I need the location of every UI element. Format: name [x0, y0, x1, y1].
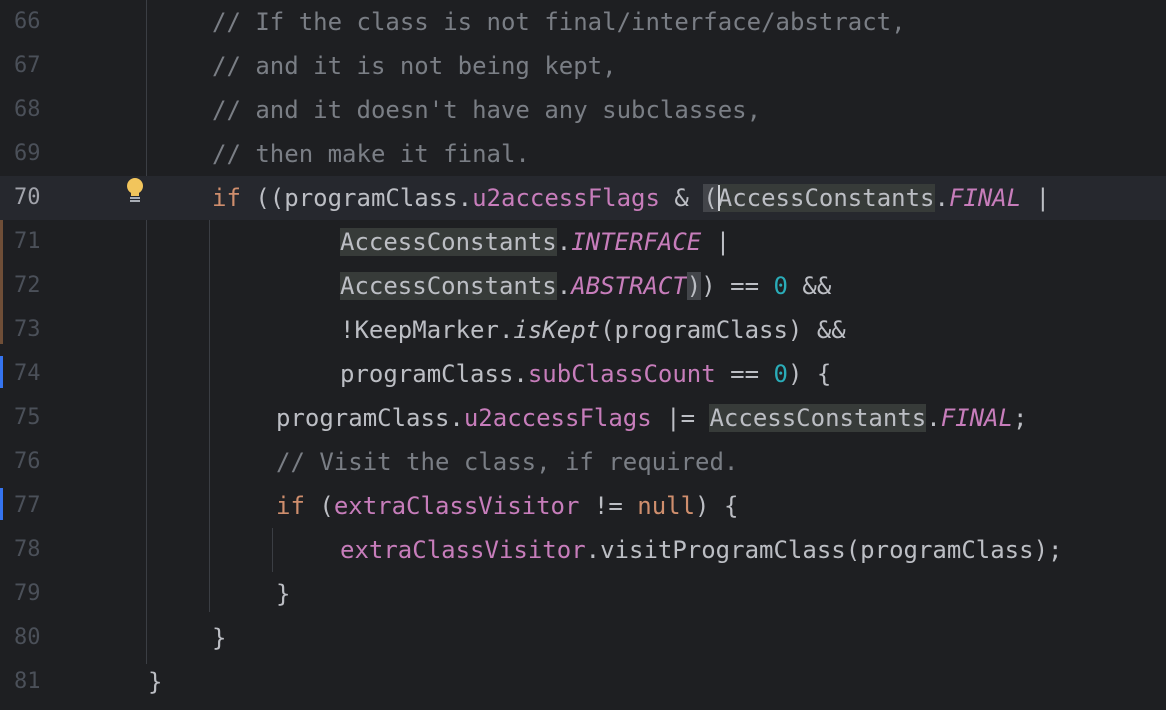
- line-number: 75: [14, 405, 41, 430]
- code-text[interactable]: extraClassVisitor.visitProgramClass(prog…: [340, 528, 1062, 572]
- field-name: extraClassVisitor: [333, 492, 580, 520]
- code-line: 76 // Visit the class, if required.: [0, 440, 1166, 484]
- code-text[interactable]: AccessConstants.ABSTRACT)) == 0 &&: [340, 264, 831, 308]
- code-line: 78 extraClassVisitor.visitProgramClass(p…: [0, 528, 1166, 572]
- code-line: 71 AccessConstants.INTERFACE |: [0, 220, 1166, 264]
- code-token: ) ==: [701, 272, 774, 300]
- keyword-null: null: [637, 492, 696, 520]
- code-line: 72 AccessConstants.ABSTRACT)) == 0 &&: [0, 264, 1166, 308]
- code-text[interactable]: programClass.u2accessFlags |= AccessCons…: [276, 396, 1027, 440]
- code-token: .: [934, 184, 949, 212]
- code-comment[interactable]: // and it doesn't have any subclasses,: [212, 88, 761, 132]
- code-text[interactable]: !KeepMarker.isKept(programClass) &&: [340, 308, 846, 352]
- code-token: programClass.: [276, 404, 464, 432]
- code-token: ==: [715, 360, 774, 388]
- code-token: ;: [1012, 404, 1028, 432]
- line-number: 79: [14, 581, 41, 606]
- code-text[interactable]: }: [276, 572, 290, 616]
- code-line: 67 // and it is not being kept,: [0, 44, 1166, 88]
- text-caret: [717, 185, 720, 211]
- code-token: !=: [579, 492, 638, 520]
- line-number: 71: [14, 229, 41, 254]
- class-name-highlight: AccessConstants: [340, 228, 557, 256]
- field-name: extraClassVisitor: [340, 536, 586, 564]
- code-line-current: 70 if ((programClass.u2accessFlags & (Ac…: [0, 176, 1166, 220]
- code-line: 68 // and it doesn't have any subclasses…: [0, 88, 1166, 132]
- line-number: 73: [14, 317, 41, 342]
- line-number-current: 70: [14, 185, 41, 210]
- code-text[interactable]: AccessConstants.INTERFACE |: [340, 220, 730, 264]
- code-line: 81 }: [0, 660, 1166, 704]
- code-text[interactable]: if ((programClass.u2accessFlags & (Acces…: [212, 176, 1050, 220]
- line-number: 80: [14, 625, 41, 650]
- field-name: u2accessFlags: [463, 404, 652, 432]
- code-line: 79 }: [0, 572, 1166, 616]
- class-name-highlight: AccessConstants: [340, 272, 557, 300]
- code-token: |=: [651, 404, 710, 432]
- constant-name: FINAL: [948, 184, 1022, 212]
- matched-brace: (: [703, 184, 718, 212]
- code-line: 74 programClass.subClassCount == 0) {: [0, 352, 1166, 396]
- code-token: .: [556, 228, 572, 256]
- number-literal: 0: [773, 360, 788, 388]
- code-token: ((programClass.: [240, 184, 473, 212]
- code-token: ) {: [787, 360, 832, 388]
- line-number: 74: [14, 361, 41, 386]
- line-number: 76: [14, 449, 41, 474]
- code-line: 80 }: [0, 616, 1166, 660]
- code-token: |: [1021, 184, 1051, 212]
- code-token: !KeepMarker.: [340, 316, 514, 344]
- code-token: (programClass) &&: [600, 316, 846, 344]
- line-number: 69: [14, 141, 41, 166]
- number-literal: 0: [773, 272, 788, 300]
- line-number: 81: [14, 669, 41, 694]
- constant-name: FINAL: [940, 404, 1013, 432]
- code-token: ) {: [695, 492, 739, 520]
- code-comment[interactable]: // If the class is not final/interface/a…: [212, 0, 906, 44]
- class-name-highlight: AccessConstants: [717, 184, 935, 212]
- code-token: .: [926, 404, 941, 432]
- code-comment[interactable]: // and it is not being kept,: [212, 44, 617, 88]
- code-text[interactable]: if (extraClassVisitor != null) {: [276, 484, 738, 528]
- code-comment[interactable]: // then make it final.: [212, 132, 530, 176]
- matched-brace: ): [686, 272, 702, 300]
- line-number: 67: [14, 53, 41, 78]
- code-token: .: [556, 272, 572, 300]
- code-comment[interactable]: // Visit the class, if required.: [276, 440, 738, 484]
- code-text[interactable]: }: [148, 660, 162, 704]
- code-line: 77 if (extraClassVisitor != null) {: [0, 484, 1166, 528]
- code-token: programClass.: [340, 360, 528, 388]
- constant-name: ABSTRACT: [571, 272, 687, 300]
- code-token: (: [304, 492, 334, 520]
- code-line: 73 !KeepMarker.isKept(programClass) &&: [0, 308, 1166, 352]
- code-line: 75 programClass.u2accessFlags |= AccessC…: [0, 396, 1166, 440]
- code-text[interactable]: programClass.subClassCount == 0) {: [340, 352, 831, 396]
- field-name: subClassCount: [527, 360, 716, 388]
- static-method-name: isKept: [513, 316, 601, 344]
- line-number: 68: [14, 97, 41, 122]
- keyword-if: if: [276, 492, 305, 520]
- line-number: 66: [14, 9, 41, 34]
- line-number: 77: [14, 493, 41, 518]
- code-token: &&: [787, 272, 832, 300]
- code-line: 66 // If the class is not final/interfac…: [0, 0, 1166, 44]
- code-line: 69 // then make it final.: [0, 132, 1166, 176]
- code-text[interactable]: }: [212, 616, 226, 660]
- line-number: 72: [14, 273, 41, 298]
- code-token: .visitProgramClass(programClass);: [585, 536, 1063, 564]
- code-token: &: [659, 184, 704, 212]
- keyword-if: if: [212, 184, 241, 212]
- line-number: 78: [14, 537, 41, 562]
- class-name-highlight: AccessConstants: [709, 404, 927, 432]
- field-name: u2accessFlags: [472, 184, 660, 212]
- code-token: |: [701, 228, 731, 256]
- constant-name: INTERFACE: [571, 228, 702, 256]
- lightbulb-icon[interactable]: [124, 176, 146, 204]
